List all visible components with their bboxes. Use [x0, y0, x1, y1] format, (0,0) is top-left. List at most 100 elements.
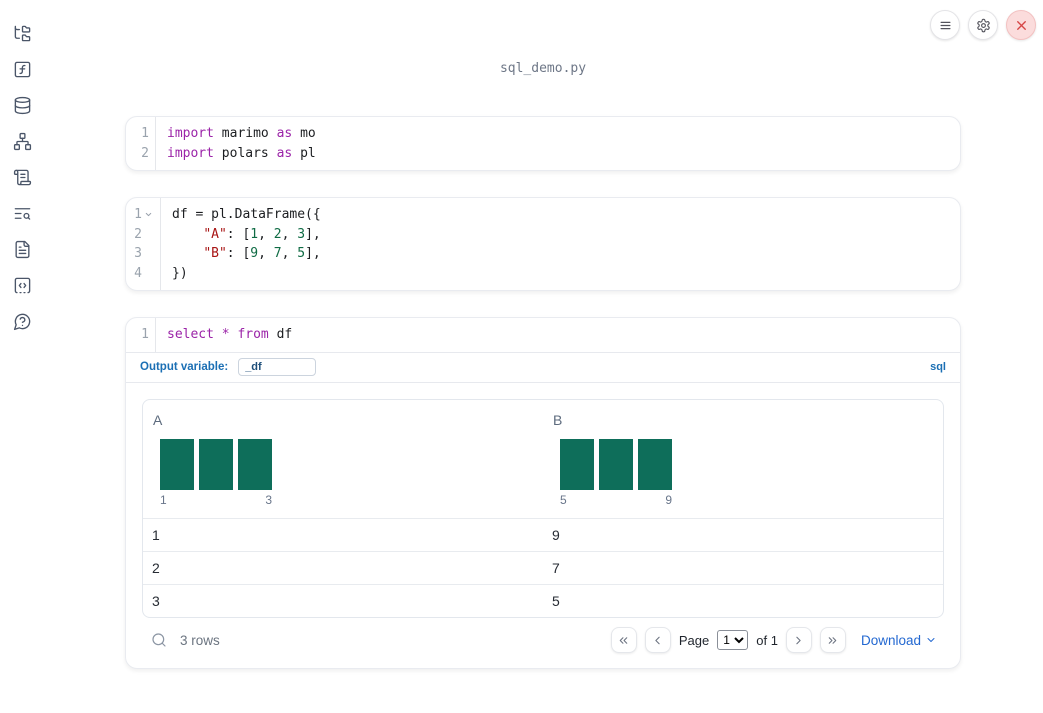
- sidebar-item-tracing[interactable]: [9, 200, 35, 226]
- code-token: marimo: [213, 126, 277, 141]
- table-search-button[interactable]: [151, 632, 167, 648]
- file-text-icon: [14, 240, 30, 258]
- code-token: ,: [281, 246, 298, 261]
- code-line[interactable]: import polars as pl: [167, 144, 316, 164]
- last-page-button[interactable]: [819, 627, 846, 653]
- code-line[interactable]: select * from df: [167, 325, 292, 345]
- settings-button[interactable]: [968, 10, 998, 40]
- line-number: 3: [134, 246, 142, 261]
- line-number: 1: [134, 207, 142, 222]
- table-row[interactable]: 19: [143, 517, 943, 551]
- column-header-a[interactable]: A 1 3: [143, 400, 543, 518]
- table-row[interactable]: 35: [143, 583, 943, 617]
- histogram-bar: [199, 438, 233, 490]
- shutdown-button[interactable]: [1006, 10, 1036, 40]
- line-number: 1: [141, 327, 149, 342]
- line-number-gutter: 1 2 3 4: [126, 198, 161, 290]
- code-square-icon: [14, 277, 30, 293]
- code-token: 1: [250, 226, 259, 242]
- next-page-button[interactable]: [785, 627, 812, 653]
- sidebar-item-documentation[interactable]: [9, 236, 35, 262]
- code-token: ,: [258, 226, 274, 242]
- fold-chevron-icon[interactable]: [142, 210, 154, 219]
- gutter-line: 2: [133, 144, 149, 164]
- code-token: as: [276, 126, 293, 141]
- table-row[interactable]: 27: [143, 550, 943, 584]
- table-cell: 3: [152, 592, 160, 609]
- line-number: 4: [134, 265, 142, 281]
- notebook-filename[interactable]: sql_demo.py: [125, 61, 961, 76]
- code-line[interactable]: import marimo as mo: [167, 124, 316, 144]
- sidebar-item-datasources[interactable]: [9, 92, 35, 118]
- sidebar-item-snippets[interactable]: [9, 272, 35, 298]
- code-token: 3: [297, 226, 306, 242]
- sidebar-item-variables[interactable]: [9, 56, 35, 82]
- output-variable-input[interactable]: [238, 358, 317, 376]
- column-histogram: 1 3: [160, 438, 272, 507]
- code-editor[interactable]: 12 import marimo as mo import polars as p…: [126, 117, 960, 170]
- gutter-line: 1: [133, 325, 149, 345]
- code-cell-imports: 12 import marimo as mo import polars as p…: [125, 116, 961, 171]
- column-header-b[interactable]: B 5 9: [543, 400, 943, 518]
- output-variable-label: Output variable:: [140, 361, 229, 373]
- page-label: Page: [678, 632, 710, 648]
- code-token: df: [268, 327, 293, 342]
- sidebar-item-file-explorer[interactable]: [9, 20, 35, 46]
- code-line[interactable]: "B": [9, 7, 5],: [172, 244, 320, 264]
- gutter-line: 1: [133, 124, 149, 144]
- close-x-icon: [1016, 20, 1026, 30]
- code-token: select: [167, 327, 214, 342]
- download-label: Download: [860, 632, 921, 648]
- code-token: mo: [292, 126, 316, 141]
- sql-language-badge[interactable]: sql: [930, 361, 946, 373]
- sidebar-item-dependencies[interactable]: [9, 128, 35, 154]
- code-lines: df = pl.DataFrame({ "A": [1, 2, 3], "B":…: [161, 198, 321, 290]
- marimo-app: sql_demo.py 12 import marimo as mo import…: [0, 0, 1043, 713]
- prev-page-button[interactable]: [644, 627, 671, 653]
- line-number-gutter: 1: [126, 318, 156, 352]
- file-tree-icon: [14, 25, 30, 41]
- chevron-down-icon: [927, 638, 935, 642]
- network-icon: [13, 132, 31, 150]
- scroll-icon: [13, 169, 31, 185]
- table-cell: 1: [152, 526, 160, 543]
- download-button[interactable]: Download: [861, 633, 937, 648]
- table-cell: 2: [152, 559, 160, 576]
- chevrons-right-icon: [829, 636, 837, 644]
- sidebar-item-logs[interactable]: [9, 164, 35, 190]
- help-bubble-icon: [13, 313, 30, 330]
- code-lines: import marimo as mo import polars as pl: [156, 117, 316, 170]
- chevrons-left-icon: [620, 636, 628, 644]
- table-body: 192735: [143, 517, 943, 617]
- code-token: import: [167, 145, 214, 161]
- histogram-bars: [560, 438, 672, 490]
- table-header-row: A 1 3 B 5 9: [143, 400, 943, 518]
- sidebar-item-help[interactable]: [9, 308, 35, 334]
- histogram-bar: [238, 438, 272, 490]
- code-line[interactable]: }): [172, 264, 321, 284]
- gutter-line: 1: [126, 205, 154, 225]
- histogram-max-label: 9: [665, 492, 672, 507]
- first-page-button[interactable]: [610, 627, 637, 653]
- code-editor[interactable]: 1234 df = pl.DataFrame({ "A": [1, 2, 3],…: [126, 198, 960, 290]
- code-line[interactable]: "A": [1, 2, 3],: [172, 225, 321, 245]
- data-table: A 1 3 B 5 9 1 9 2 7 3 5: [142, 398, 944, 618]
- code-lines: select * from df: [156, 318, 292, 352]
- code-line[interactable]: df = pl.DataFrame({: [172, 205, 321, 225]
- gutter-line: 4: [126, 264, 154, 284]
- histogram-bar: [638, 438, 672, 490]
- column-histogram: 5 9: [560, 438, 672, 507]
- table-cell: 9: [552, 526, 560, 543]
- sql-editor[interactable]: 1 select * from df: [126, 318, 960, 352]
- code-token: "B": [203, 246, 227, 261]
- chevron-left-icon: [655, 636, 661, 644]
- histogram-max-label: 3: [265, 492, 272, 507]
- histogram-min-label: 5: [560, 492, 567, 507]
- code-token: ],: [305, 226, 321, 242]
- code-token: ,: [281, 226, 298, 242]
- column-label: A: [153, 411, 163, 428]
- code-token: 9: [250, 246, 259, 261]
- page-select[interactable]: 1: [717, 630, 749, 650]
- line-number: 1: [141, 126, 149, 141]
